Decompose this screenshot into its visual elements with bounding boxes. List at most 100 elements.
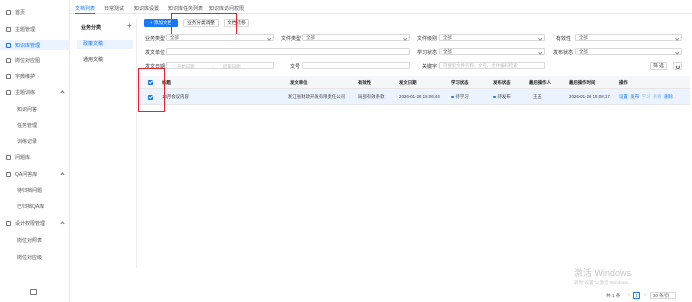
publish-status-label: 发布状态 [553, 50, 574, 56]
action-settings-link[interactable]: 设置 [619, 94, 628, 99]
row-checkbox[interactable] [148, 94, 153, 100]
tab-kb-settings[interactable]: 知识库设置 [134, 5, 159, 14]
sidebar-item-0[interactable]: 首页 [0, 7, 70, 17]
doc-no-input[interactable] [302, 62, 410, 69]
col-op-time: 最后操作时间 [569, 80, 596, 85]
query-button[interactable]: 筛 选 [650, 62, 667, 70]
doc-level-label: 文件级别 [417, 36, 438, 42]
tab-daily-test[interactable]: 日常测试 [104, 5, 124, 14]
sidebar-item-15[interactable]: 岗位对应级 [0, 252, 70, 262]
doc-type-label: 文件类型 [281, 36, 302, 42]
sidebar-item-label: 知识库管理 [15, 42, 41, 49]
row-issue-date: 2026-01-26 15:06:44 [399, 94, 440, 99]
issue-date-range[interactable]: 开始日期 - 结束日期 [166, 62, 274, 69]
train-icon [6, 89, 11, 95]
sidebar-item-label: 岗位对照表 [17, 237, 43, 244]
sidebar-item-1[interactable]: 主题管理 [0, 24, 70, 34]
sidebar-item-9[interactable]: 问题库 [0, 152, 70, 162]
category-panel: 业务分类 + 政策文稿 通用文稿 [71, 18, 137, 268]
tab-kb-access[interactable]: 知识库访问权限 [209, 5, 244, 14]
issuer-input[interactable] [166, 48, 410, 55]
col-issuer: 发文单位 [290, 80, 308, 85]
tab-kb-tasks[interactable]: 知识库任务列表 [168, 5, 203, 14]
sidebar-item-5[interactable]: 主题训练 [0, 87, 70, 97]
watermark-title: 激活 Windows [574, 268, 632, 278]
row-learn-status: 待学习 [451, 89, 469, 105]
add-category-icon[interactable]: + [127, 21, 132, 30]
action-delete-link[interactable]: 删除 [664, 94, 673, 99]
sidebar-item-label: 字典维护 [15, 73, 36, 80]
sidebar-item-label: 知识问答 [17, 106, 38, 113]
row-actions: 设置 发布 学习 查看 删除 [619, 89, 675, 105]
tab-bar: 文档列表 日常测试 知识库设置 知识库任务列表 知识库访问权限 [70, 0, 692, 14]
sidebar-item-3[interactable]: 岗位对应图 [0, 55, 70, 65]
row-issuer: 浙江省财政开发有限责任公司 [288, 94, 346, 99]
category-item-general[interactable]: 通用文稿 [77, 56, 133, 65]
sidebar-item-7[interactable]: 任务管理 [0, 120, 70, 130]
table-header-row: 标题 发文单位 有效性 发文日期 学习状态 发布状态 最后操作人 最后操作时间 … [138, 76, 690, 89]
add-document-button[interactable]: + 添加文档 [144, 19, 178, 27]
sidebar-item-4[interactable]: 字典维护 [0, 71, 70, 81]
page-number-current[interactable]: 1 [633, 292, 640, 299]
publish-status-select[interactable]: 全部 [575, 48, 682, 55]
learn-status-label: 学习状态 [417, 50, 438, 56]
sidebar-item-label: 岗位对应级 [17, 254, 43, 261]
select-all-checkbox[interactable] [148, 80, 153, 85]
sidebar-item-10[interactable]: QA问答库 [0, 169, 70, 179]
page-size-select[interactable]: 30 条/页 [650, 292, 676, 299]
col-learn-status: 学习状态 [451, 80, 469, 85]
next-page-icon[interactable]: › [642, 292, 648, 299]
doc-level-select[interactable]: 全部 [439, 34, 545, 41]
learn-status-select[interactable]: 全部 [439, 48, 545, 55]
validity-select[interactable]: 全部 [575, 34, 682, 41]
home-icon [6, 9, 11, 15]
row-publish-status: 待发布 [493, 89, 511, 105]
sidebar-item-13[interactable]: 设计权限管理 [0, 218, 70, 228]
migrate-document-button[interactable]: 文档迁移 [224, 19, 249, 27]
keyword-input[interactable]: 可搜索文件名称、文号、文件编码检索 [439, 62, 545, 69]
book-icon [6, 42, 11, 48]
collapse-sidebar-icon[interactable] [30, 289, 37, 295]
action-view-link[interactable]: 查看 [653, 94, 662, 99]
refresh-icon[interactable] [673, 62, 682, 70]
status-dot-icon [493, 95, 496, 99]
sidebar-item-6[interactable]: 知识问答 [0, 104, 70, 114]
issue-date-label: 发文日期 [145, 64, 166, 70]
sidebar-item-14[interactable]: 岗位对照表 [0, 235, 70, 245]
sidebar-item-11[interactable]: 待归档问题 [0, 185, 70, 195]
col-validity: 有效性 [358, 80, 372, 85]
prev-page-icon[interactable]: ‹ [626, 292, 632, 299]
sidebar-item-12[interactable]: 已归档QA库 [0, 201, 70, 211]
action-publish-link[interactable]: 发布 [630, 94, 639, 99]
adjust-category-button[interactable]: 业务分类调整 [183, 19, 219, 27]
sidebar-item-label: 设计权限管理 [15, 220, 46, 227]
business-type-label: 业务类型 [145, 36, 166, 42]
sidebar-item-label: 岗位对应图 [15, 57, 41, 64]
permission-icon [6, 220, 11, 226]
date-separator: - [212, 63, 214, 69]
col-actions: 操作 [619, 80, 628, 85]
pagination-total: 共 1 条 [606, 293, 621, 298]
business-type-select[interactable]: 全部 [166, 34, 274, 41]
sidebar-item-2[interactable]: 知识库管理 [0, 40, 70, 50]
sidebar-item-8[interactable]: 训练记录 [0, 136, 70, 146]
col-publish-status: 发布状态 [493, 80, 511, 85]
category-item-policy[interactable]: 政策文稿 [77, 40, 133, 49]
grid-icon [6, 26, 11, 32]
tab-doc-list[interactable]: 文档列表 [75, 5, 96, 14]
sidebar-item-label: 首页 [15, 9, 26, 16]
row-title[interactable]: 10月会议内容 [162, 89, 189, 105]
doc-type-select[interactable]: 全部 [302, 34, 410, 41]
col-issue-date: 发文日期 [399, 80, 417, 85]
sidebar-item-label: 训练记录 [17, 138, 38, 145]
qa-icon [6, 171, 11, 177]
table-row[interactable]: 10月会议内容 浙江省财政开发有限责任公司 局部有效条款 2026-01-26 … [138, 89, 690, 105]
chevron-up-icon [60, 90, 65, 95]
sidebar-item-label: 主题管理 [15, 26, 36, 33]
app-root: 首页主题管理知识库管理岗位对应图字典维护主题训练知识问答任务管理训练记录问题库 Q… [0, 0, 692, 302]
status-dot-icon [451, 95, 454, 99]
question-icon [6, 154, 11, 160]
chevron-up-icon [60, 221, 65, 226]
action-learn-link[interactable]: 学习 [642, 94, 651, 99]
row-operator: 王五 [533, 94, 542, 99]
